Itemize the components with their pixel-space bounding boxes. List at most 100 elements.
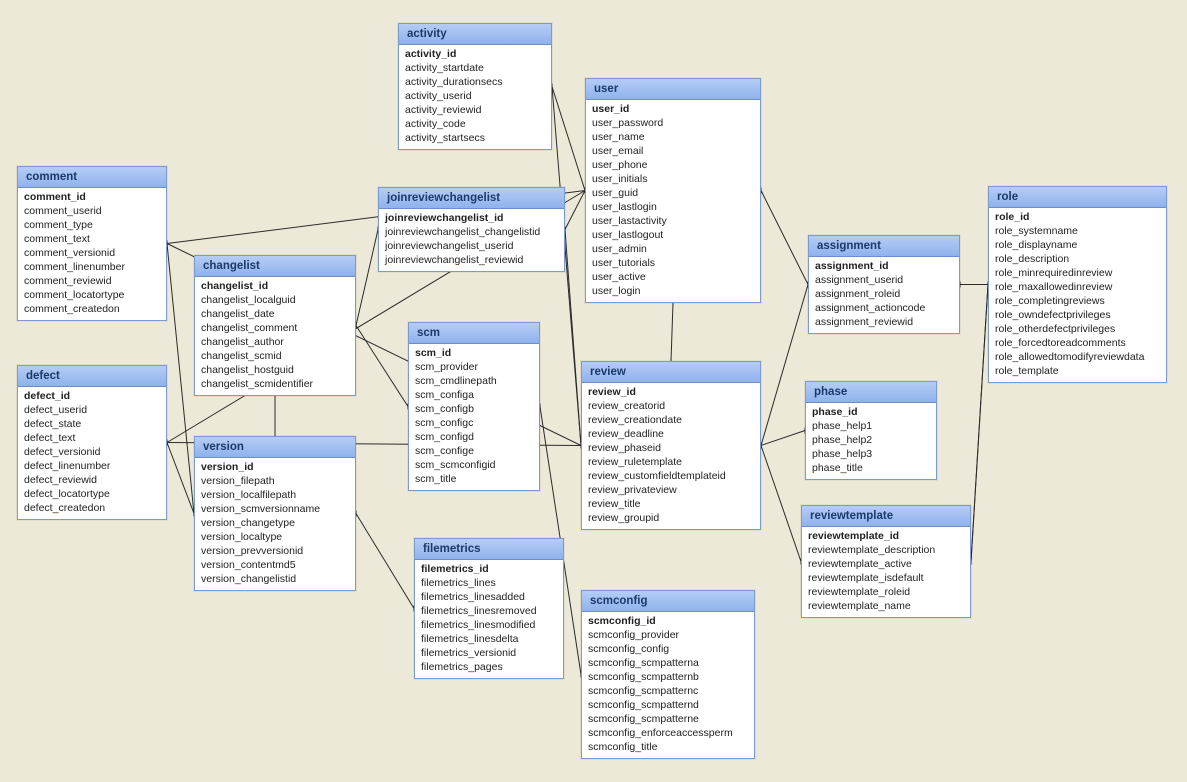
field-scmconfig-scmconfig_scmpatternc[interactable]: scmconfig_scmpatternc	[588, 684, 748, 698]
field-activity-activity_code[interactable]: activity_code	[405, 117, 545, 131]
entity-header-scm[interactable]: scm	[409, 323, 539, 344]
field-version-version_changetype[interactable]: version_changetype	[201, 516, 349, 530]
field-role-role_id[interactable]: role_id	[995, 210, 1160, 224]
field-reviewtemplate-reviewtemplate_id[interactable]: reviewtemplate_id	[808, 529, 964, 543]
entity-header-defect[interactable]: defect	[18, 366, 166, 387]
field-scm-scm_configa[interactable]: scm_configa	[415, 388, 533, 402]
entity-header-review[interactable]: review	[582, 362, 760, 383]
field-scm-scm_title[interactable]: scm_title	[415, 472, 533, 486]
field-reviewtemplate-reviewtemplate_active[interactable]: reviewtemplate_active	[808, 557, 964, 571]
field-comment-comment_reviewid[interactable]: comment_reviewid	[24, 274, 160, 288]
entity-comment[interactable]: commentcomment_idcomment_useridcomment_t…	[17, 166, 167, 321]
field-defect-defect_createdon[interactable]: defect_createdon	[24, 501, 160, 515]
field-user-user_guid[interactable]: user_guid	[592, 186, 754, 200]
field-changelist-changelist_hostguid[interactable]: changelist_hostguid	[201, 363, 349, 377]
field-assignment-assignment_reviewid[interactable]: assignment_reviewid	[815, 315, 953, 329]
field-role-role_maxallowedinreview[interactable]: role_maxallowedinreview	[995, 280, 1160, 294]
field-phase-phase_help1[interactable]: phase_help1	[812, 419, 930, 433]
field-filemetrics-filemetrics_pages[interactable]: filemetrics_pages	[421, 660, 557, 674]
field-role-role_completingreviews[interactable]: role_completingreviews	[995, 294, 1160, 308]
field-review-review_creatorid[interactable]: review_creatorid	[588, 399, 754, 413]
field-scmconfig-scmconfig_scmpatterna[interactable]: scmconfig_scmpatterna	[588, 656, 748, 670]
field-changelist-changelist_id[interactable]: changelist_id	[201, 279, 349, 293]
field-activity-activity_durationsecs[interactable]: activity_durationsecs	[405, 75, 545, 89]
field-joinreviewchangelist-joinreviewchangelist_reviewid[interactable]: joinreviewchangelist_reviewid	[385, 253, 558, 267]
field-filemetrics-filemetrics_versionid[interactable]: filemetrics_versionid	[421, 646, 557, 660]
field-comment-comment_createdon[interactable]: comment_createdon	[24, 302, 160, 316]
field-version-version_filepath[interactable]: version_filepath	[201, 474, 349, 488]
field-user-user_phone[interactable]: user_phone	[592, 158, 754, 172]
entity-header-version[interactable]: version	[195, 437, 355, 458]
field-scmconfig-scmconfig_title[interactable]: scmconfig_title	[588, 740, 748, 754]
field-changelist-changelist_scmid[interactable]: changelist_scmid	[201, 349, 349, 363]
field-defect-defect_locatortype[interactable]: defect_locatortype	[24, 487, 160, 501]
field-user-user_admin[interactable]: user_admin	[592, 242, 754, 256]
field-scmconfig-scmconfig_scmpatterne[interactable]: scmconfig_scmpatterne	[588, 712, 748, 726]
field-assignment-assignment_actioncode[interactable]: assignment_actioncode	[815, 301, 953, 315]
field-scm-scm_provider[interactable]: scm_provider	[415, 360, 533, 374]
field-review-review_privateview[interactable]: review_privateview	[588, 483, 754, 497]
field-scm-scm_configc[interactable]: scm_configc	[415, 416, 533, 430]
entity-header-filemetrics[interactable]: filemetrics	[415, 539, 563, 560]
entity-header-user[interactable]: user	[586, 79, 760, 100]
field-changelist-changelist_comment[interactable]: changelist_comment	[201, 321, 349, 335]
entity-header-joinreviewchangelist[interactable]: joinreviewchangelist	[379, 188, 564, 209]
field-defect-defect_state[interactable]: defect_state	[24, 417, 160, 431]
field-defect-defect_id[interactable]: defect_id	[24, 389, 160, 403]
field-role-role_allowedtomodifyreviewdata[interactable]: role_allowedtomodifyreviewdata	[995, 350, 1160, 364]
field-version-version_localfilepath[interactable]: version_localfilepath	[201, 488, 349, 502]
field-phase-phase_id[interactable]: phase_id	[812, 405, 930, 419]
entity-scm[interactable]: scmscm_idscm_providerscm_cmdlinepathscm_…	[408, 322, 540, 491]
field-scm-scm_configb[interactable]: scm_configb	[415, 402, 533, 416]
entity-user[interactable]: useruser_iduser_passworduser_nameuser_em…	[585, 78, 761, 303]
field-user-user_active[interactable]: user_active	[592, 270, 754, 284]
field-version-version_scmversionname[interactable]: version_scmversionname	[201, 502, 349, 516]
field-scmconfig-scmconfig_scmpatternb[interactable]: scmconfig_scmpatternb	[588, 670, 748, 684]
entity-phase[interactable]: phasephase_idphase_help1phase_help2phase…	[805, 381, 937, 480]
field-changelist-changelist_scmidentifier[interactable]: changelist_scmidentifier	[201, 377, 349, 391]
field-user-user_initials[interactable]: user_initials	[592, 172, 754, 186]
field-review-review_groupid[interactable]: review_groupid	[588, 511, 754, 525]
field-activity-activity_id[interactable]: activity_id	[405, 47, 545, 61]
field-filemetrics-filemetrics_linesremoved[interactable]: filemetrics_linesremoved	[421, 604, 557, 618]
field-version-version_localtype[interactable]: version_localtype	[201, 530, 349, 544]
field-comment-comment_type[interactable]: comment_type	[24, 218, 160, 232]
field-filemetrics-filemetrics_id[interactable]: filemetrics_id	[421, 562, 557, 576]
field-review-review_title[interactable]: review_title	[588, 497, 754, 511]
entity-filemetrics[interactable]: filemetricsfilemetrics_idfilemetrics_lin…	[414, 538, 564, 679]
field-comment-comment_versionid[interactable]: comment_versionid	[24, 246, 160, 260]
field-assignment-assignment_userid[interactable]: assignment_userid	[815, 273, 953, 287]
field-role-role_owndefectprivileges[interactable]: role_owndefectprivileges	[995, 308, 1160, 322]
field-review-review_phaseid[interactable]: review_phaseid	[588, 441, 754, 455]
field-scm-scm_id[interactable]: scm_id	[415, 346, 533, 360]
field-version-version_id[interactable]: version_id	[201, 460, 349, 474]
field-activity-activity_startdate[interactable]: activity_startdate	[405, 61, 545, 75]
field-user-user_id[interactable]: user_id	[592, 102, 754, 116]
entity-header-comment[interactable]: comment	[18, 167, 166, 188]
field-role-role_systemname[interactable]: role_systemname	[995, 224, 1160, 238]
entity-header-reviewtemplate[interactable]: reviewtemplate	[802, 506, 970, 527]
field-user-user_login[interactable]: user_login	[592, 284, 754, 298]
field-review-review_customfieldtemplateid[interactable]: review_customfieldtemplateid	[588, 469, 754, 483]
field-filemetrics-filemetrics_lines[interactable]: filemetrics_lines	[421, 576, 557, 590]
field-user-user_lastactivity[interactable]: user_lastactivity	[592, 214, 754, 228]
field-user-user_tutorials[interactable]: user_tutorials	[592, 256, 754, 270]
field-role-role_displayname[interactable]: role_displayname	[995, 238, 1160, 252]
entity-activity[interactable]: activityactivity_idactivity_startdateact…	[398, 23, 552, 150]
field-review-review_ruletemplate[interactable]: review_ruletemplate	[588, 455, 754, 469]
field-changelist-changelist_date[interactable]: changelist_date	[201, 307, 349, 321]
field-scmconfig-scmconfig_provider[interactable]: scmconfig_provider	[588, 628, 748, 642]
field-scmconfig-scmconfig_scmpatternd[interactable]: scmconfig_scmpatternd	[588, 698, 748, 712]
field-user-user_password[interactable]: user_password	[592, 116, 754, 130]
field-reviewtemplate-reviewtemplate_isdefault[interactable]: reviewtemplate_isdefault	[808, 571, 964, 585]
field-defect-defect_text[interactable]: defect_text	[24, 431, 160, 445]
field-role-role_template[interactable]: role_template	[995, 364, 1160, 378]
entity-scmconfig[interactable]: scmconfigscmconfig_idscmconfig_providers…	[581, 590, 755, 759]
field-comment-comment_locatortype[interactable]: comment_locatortype	[24, 288, 160, 302]
field-scmconfig-scmconfig_config[interactable]: scmconfig_config	[588, 642, 748, 656]
field-joinreviewchangelist-joinreviewchangelist_id[interactable]: joinreviewchangelist_id	[385, 211, 558, 225]
field-role-role_minrequiredinreview[interactable]: role_minrequiredinreview	[995, 266, 1160, 280]
entity-reviewtemplate[interactable]: reviewtemplate reviewtemplate_id reviewtem…	[801, 505, 971, 618]
field-comment-comment_text[interactable]: comment_text	[24, 232, 160, 246]
field-role-role_forcedtoreadcomments[interactable]: role_forcedtoreadcomments	[995, 336, 1160, 350]
